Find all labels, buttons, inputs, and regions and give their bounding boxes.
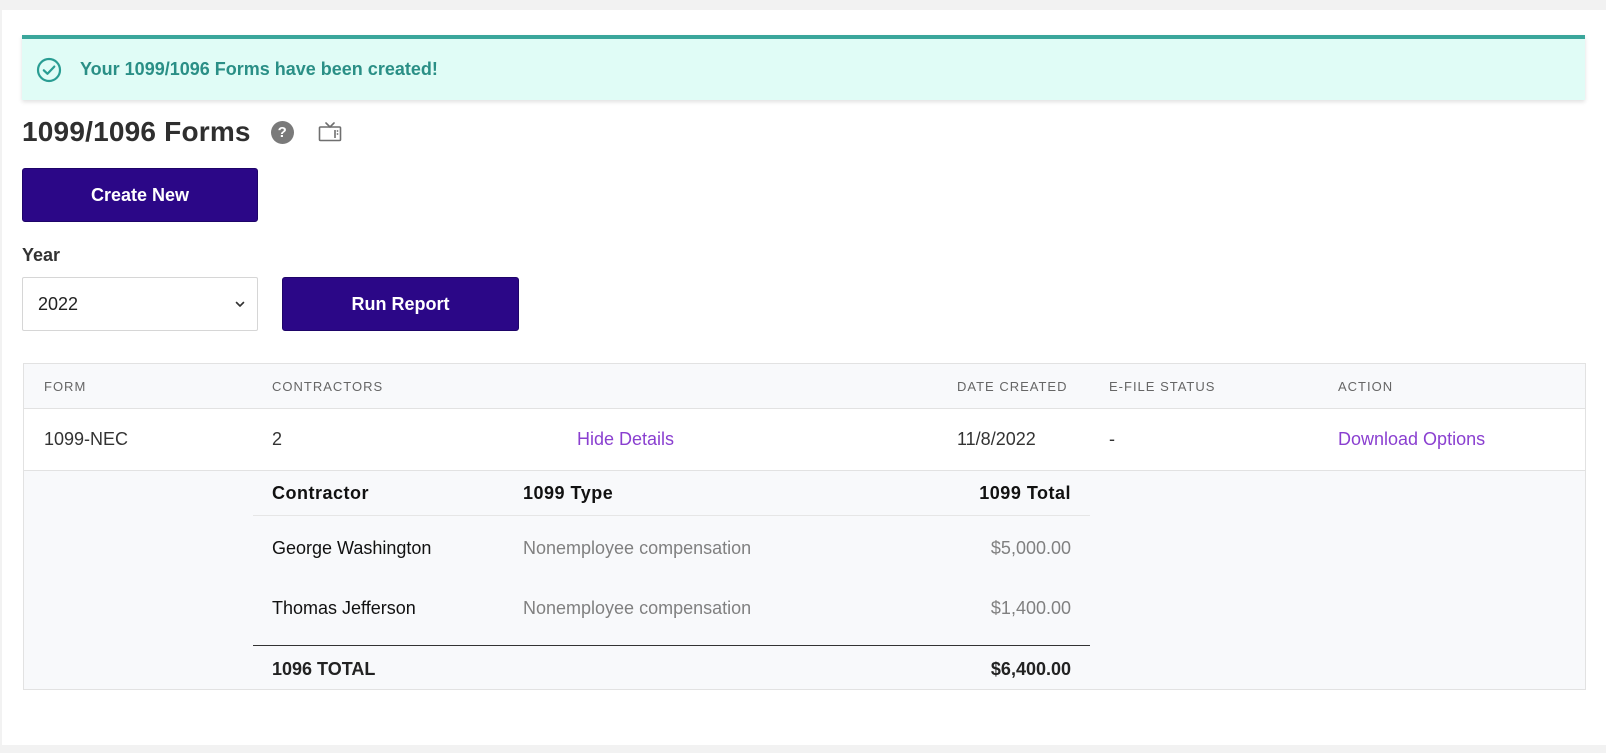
contractor-1099-type: Nonemployee compensation <box>523 598 752 618</box>
efile-status-cell: - <box>1109 429 1115 449</box>
page: Your 1099/1096 Forms have been created! … <box>2 10 1606 745</box>
contractor-1099-total: $1,400.00 <box>990 598 1071 618</box>
details-table: Contractor 1099 Type 1099 Total George W… <box>253 471 1090 689</box>
column-header-date-created[interactable]: DATE CREATED <box>957 379 1067 394</box>
column-header-contractors[interactable]: CONTRACTORS <box>272 379 383 394</box>
contractor-1099-total: $5,000.00 <box>990 538 1071 558</box>
contractor-1099-type: Nonemployee compensation <box>523 538 752 558</box>
success-message: Your 1099/1096 Forms have been created! <box>80 59 438 79</box>
contractor-name: Thomas Jefferson <box>272 598 416 618</box>
table-row: 1099-NEC 2 Hide Details 11/8/2022 - Down… <box>24 409 1585 471</box>
tv-icon[interactable] <box>318 121 344 143</box>
title-row: 1099/1096 Forms ? <box>22 114 344 150</box>
year-select-value: 2022 <box>38 293 79 314</box>
contractors-cell: 2 <box>272 429 283 449</box>
form-cell: 1099-NEC <box>44 429 129 449</box>
details-column-contractor: Contractor <box>272 483 370 503</box>
page-title: 1099/1096 Forms <box>22 116 251 147</box>
details-row: George Washington Nonemployee compensati… <box>253 518 1090 578</box>
details-total-row: 1096 TOTAL $6,400.00 <box>253 645 1090 689</box>
download-options-link[interactable]: Download Options <box>1338 429 1485 450</box>
date-created-cell: 11/8/2022 <box>957 429 1036 449</box>
column-header-efile-status[interactable]: E-FILE STATUS <box>1109 379 1215 394</box>
total-label: 1096 TOTAL <box>272 659 376 679</box>
details-row: Thomas Jefferson Nonemployee compensatio… <box>253 578 1090 638</box>
details-column-total: 1099 Total <box>979 483 1071 503</box>
details-column-type: 1099 Type <box>523 483 614 503</box>
help-icon[interactable]: ? <box>270 120 294 144</box>
run-report-button[interactable]: Run Report <box>282 277 519 331</box>
total-value: $6,400.00 <box>990 659 1071 679</box>
column-header-action: ACTION <box>1338 379 1394 394</box>
details-header: Contractor 1099 Type 1099 Total <box>253 471 1090 516</box>
column-header-form[interactable]: FORM <box>44 379 86 394</box>
check-circle-icon <box>36 57 62 83</box>
success-banner: Your 1099/1096 Forms have been created! <box>22 35 1585 100</box>
create-new-button[interactable]: Create New <box>22 168 258 222</box>
chevron-down-icon <box>235 297 245 311</box>
table-header: FORM CONTRACTORS DATE CREATED E-FILE STA… <box>24 364 1585 409</box>
year-select[interactable]: 2022 <box>22 277 258 331</box>
year-label: Year <box>22 245 61 265</box>
hide-details-link[interactable]: Hide Details <box>577 429 674 450</box>
forms-table: FORM CONTRACTORS DATE CREATED E-FILE STA… <box>23 363 1586 690</box>
contractor-name: George Washington <box>272 538 432 558</box>
